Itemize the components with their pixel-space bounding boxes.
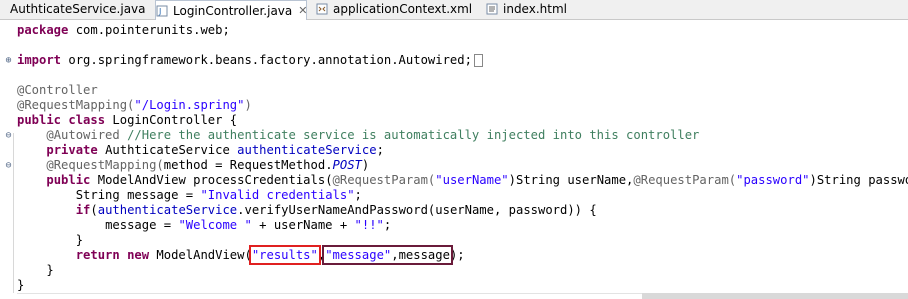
code-line-welcome: message = "Welcome " + userName + "!!"; (105, 218, 392, 232)
code-line-if-close: } (75, 233, 84, 247)
tab-index-html[interactable]: index.html (486, 0, 586, 18)
code-line-import: import org.springframework.beans.factory… (17, 53, 483, 68)
code-line-class-decl: public class LoginController { (17, 113, 238, 127)
html-file-icon (486, 3, 498, 15)
code-line-request-mapping: @RequestMapping("/Login.spring") (17, 98, 252, 112)
tab-authticate-service[interactable]: AuthticateService.java (0, 0, 150, 18)
code-line-method-mapping: @RequestMapping(method = RequestMethod.P… (46, 158, 370, 172)
tab-login-controller[interactable]: J LoginController.java ✕ (155, 0, 307, 20)
code-editor[interactable]: ⊕ ⊖ ⊖ package com.pointerunits.web; impo… (0, 20, 908, 299)
highlight-results-string: "results" (248, 245, 321, 265)
fold-collapse-icon[interactable]: ⊖ (4, 131, 13, 141)
close-icon[interactable]: ✕ (298, 4, 307, 17)
code-line-return: return new ModelAndView("results","messa… (75, 245, 465, 265)
tab-label: LoginController.java (173, 3, 293, 18)
java-file-icon: J (156, 5, 168, 17)
code-line-field: private AuthticateService authenticateSe… (46, 143, 384, 157)
tab-label: applicationContext.xml (333, 2, 473, 16)
tab-application-context[interactable]: applicationContext.xml (316, 0, 476, 18)
code-line-package: package com.pointerunits.web; (17, 23, 230, 37)
code-line-message-init: String message = "Invalid credentials"; (75, 188, 362, 202)
fold-collapse-icon[interactable]: ⊖ (4, 161, 13, 171)
svg-text:J: J (158, 7, 161, 16)
fold-expand-icon[interactable]: ⊕ (4, 56, 13, 66)
editor-tab-bar: AuthticateService.java J LoginController… (0, 0, 908, 20)
code-line-method-close: } (46, 263, 54, 277)
code-line-autowired: @Autowired //Here the authenticate servi… (46, 128, 700, 142)
code-line-method-decl: public ModelAndView processCredentials(@… (46, 173, 908, 187)
xml-file-icon (316, 3, 328, 15)
horizontal-scrollbar[interactable] (642, 293, 908, 299)
tab-label: AuthticateService.java (10, 2, 146, 16)
highlight-message-args: "message",message (322, 245, 453, 265)
code-line-controller-annotation: @Controller (17, 83, 98, 97)
tab-label: index.html (503, 2, 567, 16)
indent-guide (13, 133, 14, 293)
code-line-if: if(authenticateService.verifyUserNameAnd… (75, 203, 597, 217)
collapsed-marker-icon[interactable] (473, 54, 483, 67)
code-line-class-close: } (17, 278, 25, 292)
